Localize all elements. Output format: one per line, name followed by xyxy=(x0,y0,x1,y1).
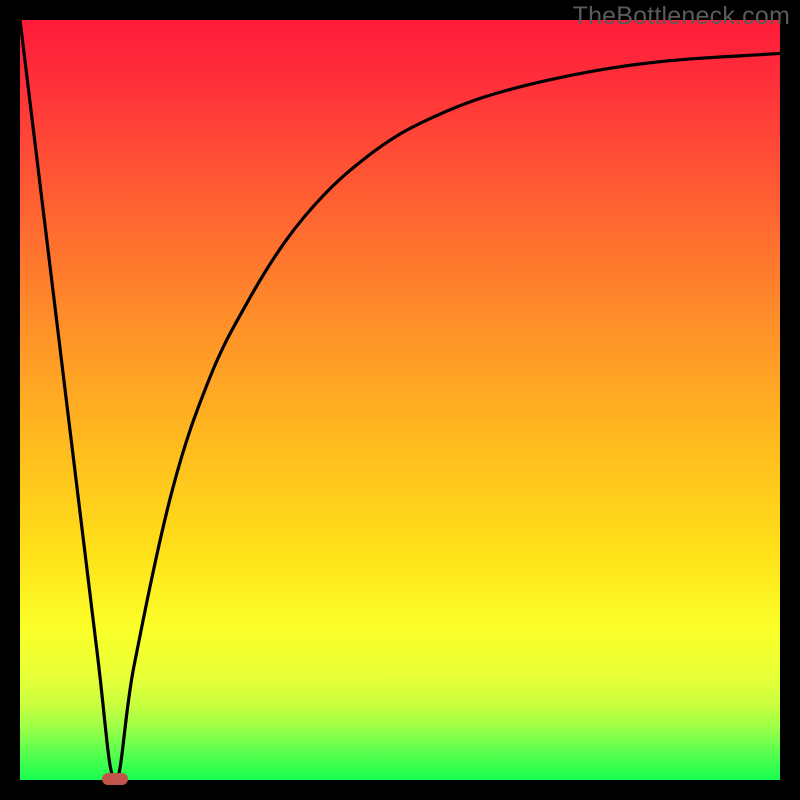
chart-frame: TheBottleneck.com xyxy=(0,0,800,800)
watermark-text: TheBottleneck.com xyxy=(573,2,790,31)
chart-plot-area xyxy=(20,20,780,780)
minimum-marker xyxy=(102,773,128,785)
bottleneck-curve xyxy=(20,20,780,780)
